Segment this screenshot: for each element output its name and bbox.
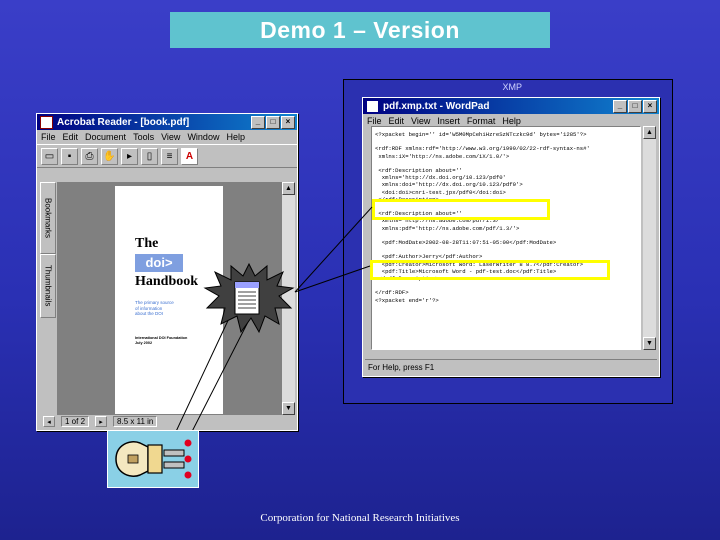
acrobat-titlebar[interactable]: Acrobat Reader - [book.pdf] _ □ ×: [37, 114, 297, 130]
scroll-down-button[interactable]: ▼: [282, 402, 295, 415]
wordpad-line: xmlns:pdf='http://ns.adobe.com/pdf/1.3/'…: [375, 224, 520, 232]
menu-view[interactable]: View: [411, 116, 430, 126]
hand-icon[interactable]: ✋: [101, 147, 118, 165]
moddate-highlight: [370, 260, 610, 280]
wordpad-line: <rdf:Description about='': [375, 167, 463, 175]
wordpad-line: xmlns='http://dx.doi.org/10.123/pdf0': [375, 174, 506, 182]
slide-title: Demo 1 – Version: [170, 12, 550, 48]
menu-view[interactable]: View: [161, 132, 180, 142]
wordpad-titlebar[interactable]: pdf.xmp.txt - WordPad _ □ ×: [363, 98, 659, 114]
wordpad-line: [375, 160, 637, 167]
acrobat-app-icon: [40, 115, 53, 129]
wordpad-text-area[interactable]: <?xpacket begin='' id='W5M0MpCehiHzreSzN…: [371, 126, 641, 350]
wordpad-line: <?xpacket end='r'?>: [375, 296, 439, 304]
wordpad-line: </rdf:RDF>: [375, 289, 409, 297]
acrobat-statusbar: ◂ 1 of 2 ▸ 8.5 x 11 in: [39, 415, 295, 428]
menu-file[interactable]: File: [367, 116, 382, 126]
side-tabs: Bookmarks Thumbnails: [39, 182, 56, 404]
menu-edit[interactable]: Edit: [389, 116, 405, 126]
starburst-document-icon: [203, 262, 295, 334]
print-icon[interactable]: ⎙: [81, 147, 98, 165]
acrobat-toolbar: ▭ ▪ ⎙ ✋ ▸ ▯ ≡ A: [37, 144, 297, 168]
book-title-handbook: Handbook: [135, 274, 199, 289]
menu-help[interactable]: Help: [226, 132, 245, 142]
close-button[interactable]: ×: [643, 100, 657, 113]
menu-document[interactable]: Document: [85, 132, 126, 142]
wordpad-line: [375, 138, 637, 145]
book-blurb: The primary source of information about …: [135, 300, 174, 316]
wordpad-window: pdf.xmp.txt - WordPad _ □ × File Edit Vi…: [362, 97, 660, 377]
thumbnails-tab[interactable]: Thumbnails: [40, 254, 56, 318]
open-icon[interactable]: ▭: [41, 147, 58, 165]
menu-window[interactable]: Window: [187, 132, 219, 142]
scroll-up-button[interactable]: ▲: [643, 126, 656, 139]
wordpad-app-icon: [366, 99, 379, 113]
wordpad-line: <rdf:RDF xmlns:rdf='http://www.w3.org/19…: [375, 145, 590, 153]
maximize-button[interactable]: □: [266, 116, 280, 129]
page-size: 8.5 x 11 in: [113, 416, 158, 427]
continuous-icon[interactable]: ≡: [161, 147, 178, 165]
wordpad-line: [375, 282, 637, 289]
wordpad-line: <pdf:ModDate>2002-08-28T11:07:51-05:00</…: [375, 239, 557, 247]
menu-format[interactable]: Format: [467, 116, 496, 126]
bookmarks-tab[interactable]: Bookmarks: [40, 182, 56, 254]
menu-file[interactable]: File: [41, 132, 56, 142]
wordpad-vscroll[interactable]: ▲ ▼: [643, 126, 656, 350]
page-icon[interactable]: ▯: [141, 147, 158, 165]
acrobat-title: Acrobat Reader - [book.pdf]: [57, 116, 190, 128]
wordpad-line: [375, 246, 637, 253]
close-button[interactable]: ×: [281, 116, 295, 129]
wordpad-line: xmlns:iX='http://ns.adobe.com/iX/1.0/'>: [375, 152, 510, 160]
menu-insert[interactable]: Insert: [437, 116, 460, 126]
scroll-up-button[interactable]: ▲: [282, 182, 295, 195]
book-title-doi: doi>: [135, 254, 183, 272]
first-page-icon[interactable]: ◂: [43, 416, 55, 427]
xmp-label: XMP: [502, 82, 522, 92]
plugin-panel: [107, 430, 199, 488]
plug-icon: [115, 439, 192, 479]
wordpad-line: [375, 232, 637, 239]
minimize-button[interactable]: _: [613, 100, 627, 113]
next-page-icon[interactable]: ▸: [95, 416, 108, 427]
wordpad-title: pdf.xmp.txt - WordPad: [383, 100, 490, 112]
menu-help[interactable]: Help: [502, 116, 521, 126]
acrobat-menubar: File Edit Document Tools View Window Hel…: [37, 130, 297, 144]
select-icon[interactable]: ▸: [121, 147, 138, 165]
save-icon[interactable]: ▪: [61, 147, 78, 165]
doi-highlight: [372, 199, 550, 220]
book-publisher: International DOI Foundation July 2002: [135, 336, 188, 345]
scroll-down-button[interactable]: ▼: [643, 337, 656, 350]
adobe-logo-icon[interactable]: A: [181, 147, 198, 165]
maximize-button[interactable]: □: [628, 100, 642, 113]
page-indicator[interactable]: 1 of 2: [61, 416, 90, 427]
menu-edit[interactable]: Edit: [63, 132, 79, 142]
wordpad-statusbar: For Help, press F1: [365, 359, 657, 374]
wordpad-line: <doi:doi>cnri-test.jpx/pdf0</doi:doi>: [375, 188, 506, 196]
footer-credit: Corporation for National Research Initia…: [260, 512, 460, 524]
book-title-the: The: [135, 236, 159, 251]
minimize-button[interactable]: _: [251, 116, 265, 129]
wordpad-line: xmlns:doi='http://dx.doi.org/10.123/pdf0…: [375, 181, 523, 189]
wordpad-line: <?xpacket begin='' id='W5M0MpCehiHzreSzN…: [375, 131, 587, 138]
menu-tools[interactable]: Tools: [133, 132, 154, 142]
